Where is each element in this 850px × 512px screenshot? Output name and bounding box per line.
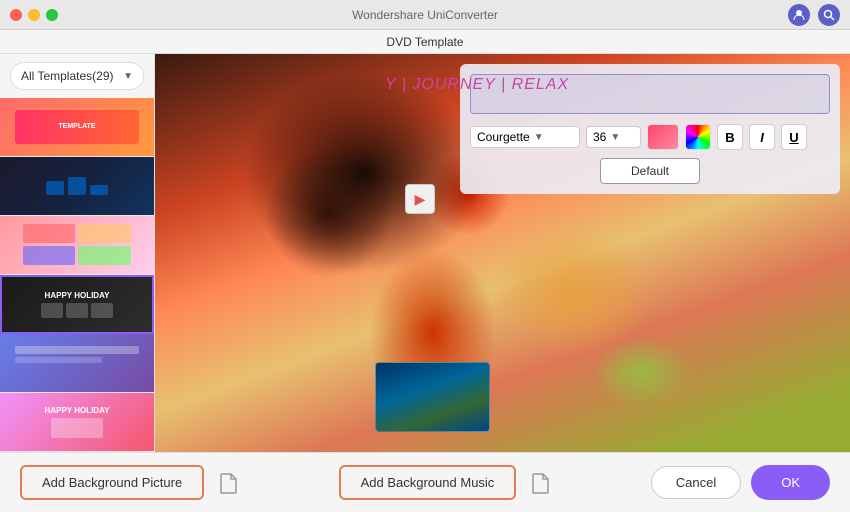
bg-picture-file-icon[interactable] [214, 469, 242, 497]
font-size: 36 [593, 130, 606, 144]
search-icon[interactable] [818, 4, 840, 26]
preview-thumbnail [375, 362, 490, 432]
chevron-down-icon: ▼ [123, 71, 133, 82]
main-layout: All Templates(29) ▼ TEMPLATE [0, 54, 850, 452]
font-select[interactable]: Courgette ▼ [470, 126, 580, 148]
close-button[interactable] [10, 9, 22, 21]
template-dropdown[interactable]: All Templates(29) ▼ [10, 62, 144, 90]
dialog-actions: Cancel OK [651, 465, 830, 500]
size-chevron-icon: ▼ [610, 132, 620, 143]
italic-button[interactable]: I [749, 124, 775, 150]
app-title: Wondershare UniConverter [352, 8, 498, 22]
play-icon: ▶ [415, 191, 426, 208]
bg-picture-section: Add Background Picture [20, 465, 242, 500]
bg-music-section: Add Background Music [262, 465, 631, 500]
footer: Add Background Picture Add Background Mu… [0, 452, 850, 512]
default-button[interactable]: Default [600, 158, 700, 184]
color-picker-button[interactable] [685, 124, 711, 150]
template-thumb-2[interactable] [0, 157, 154, 216]
minimize-button[interactable] [28, 9, 40, 21]
preview-area: Courgette ▼ 36 ▼ B I U Default Y | JOURN… [155, 54, 850, 452]
font-size-select[interactable]: 36 ▼ [586, 126, 641, 148]
template-thumb-4[interactable]: HAPPY HOLIDAY [0, 275, 154, 335]
bold-button[interactable]: B [717, 124, 743, 150]
subtitle-bar: DVD Template [0, 30, 850, 54]
default-btn-row: Default [470, 158, 830, 184]
add-bg-music-button[interactable]: Add Background Music [339, 465, 517, 500]
maximize-button[interactable] [46, 9, 58, 21]
add-bg-picture-button[interactable]: Add Background Picture [20, 465, 204, 500]
play-button[interactable]: ▶ [405, 184, 435, 214]
play-button-container: ▶ [405, 184, 435, 214]
user-icon[interactable] [788, 4, 810, 26]
window-controls[interactable] [10, 9, 58, 21]
formatting-toolbar: Courgette ▼ 36 ▼ B I U [470, 124, 830, 150]
titlebar: Wondershare UniConverter [0, 0, 850, 30]
font-name: Courgette [477, 130, 530, 144]
text-color-button[interactable] [647, 124, 679, 150]
sidebar-header: All Templates(29) ▼ [0, 54, 154, 98]
underline-button[interactable]: U [781, 124, 807, 150]
template-list: TEMPLATE [0, 98, 154, 452]
page-title: DVD Template [386, 35, 463, 49]
bg-music-file-icon[interactable] [526, 469, 554, 497]
cancel-button[interactable]: Cancel [651, 466, 741, 499]
relax-text-overlay: Y | JOURNEY | RELAX [385, 76, 569, 94]
template-thumb-6[interactable]: HAPPY HOLIDAY [0, 393, 154, 452]
font-chevron-icon: ▼ [534, 132, 544, 143]
sidebar: All Templates(29) ▼ TEMPLATE [0, 54, 155, 452]
journey-text: Y | JOURNEY | RELAX [385, 76, 569, 93]
titlebar-actions[interactable] [788, 4, 840, 26]
template-thumb-3[interactable] [0, 216, 154, 275]
ok-button[interactable]: OK [751, 465, 830, 500]
dropdown-label: All Templates(29) [21, 69, 113, 83]
template-thumb-1[interactable]: TEMPLATE [0, 98, 154, 157]
template-thumb-5[interactable] [0, 334, 154, 393]
